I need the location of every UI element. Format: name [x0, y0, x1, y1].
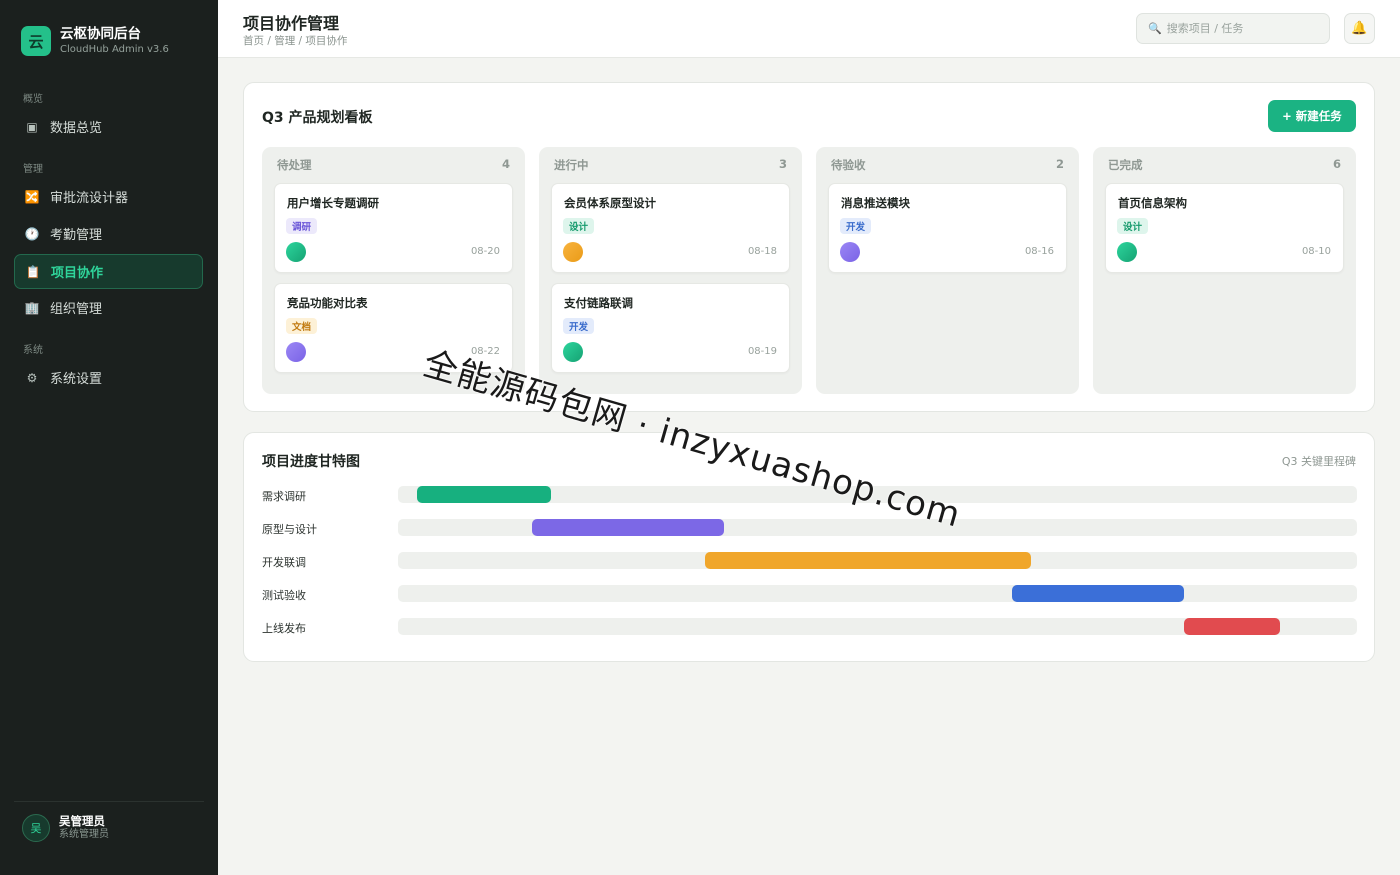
task-tag: 开发 — [840, 218, 872, 234]
clipboard-icon: 📋 — [25, 264, 41, 279]
workflow-icon: 🔀 — [24, 189, 40, 204]
column-name: 待验收 — [831, 158, 866, 172]
sidebar-item-attendance[interactable]: 🕐 考勤管理 — [14, 216, 203, 251]
task-title: 支付链路联调 — [564, 296, 633, 310]
assignee-avatar — [563, 342, 583, 362]
brand-name: 云枢协同后台 — [60, 26, 141, 42]
task-title: 消息推送模块 — [841, 196, 910, 210]
top-header: 项目协作管理 首页 / 管理 / 项目协作 🔍 🔔 — [218, 0, 1400, 58]
task-date: 08-20 — [470, 246, 500, 257]
task-title: 竞品功能对比表 — [287, 296, 368, 310]
gantt-bar[interactable] — [704, 552, 1031, 569]
sidebar-item-dashboard[interactable]: ▣ 数据总览 — [14, 109, 203, 144]
task-tag: 开发 — [563, 318, 595, 334]
notification-button[interactable]: 🔔 — [1344, 13, 1375, 44]
sidebar-item-label: 考勤管理 — [50, 228, 103, 243]
sidebar-item-label: 数据总览 — [50, 121, 103, 136]
brand[interactable]: 云 云枢协同后台 CloudHub Admin v3.6 — [21, 26, 169, 56]
dashboard-icon: ▣ — [26, 119, 38, 134]
assignee-avatar — [286, 342, 306, 362]
task-title: 首页信息架构 — [1118, 196, 1187, 210]
kanban-board: Q3 产品规划看板 + 新建任务 待处理 4 用户增长专题调研 调研 08-20… — [243, 82, 1375, 412]
gantt-row-label: 开发联调 — [262, 556, 306, 569]
task-tag: 设计 — [563, 218, 595, 234]
search-icon: 🔍 — [1148, 22, 1162, 35]
task-card[interactable]: 首页信息架构 设计 08-10 — [1105, 183, 1344, 273]
sidebar-item-settings[interactable]: ⚙ 系统设置 — [14, 360, 203, 395]
column-count: 3 — [778, 157, 787, 171]
gantt-track — [398, 552, 1357, 569]
nav-section-overview: 概览 — [23, 94, 43, 105]
sidebar-item-workflow[interactable]: 🔀 审批流设计器 — [14, 179, 203, 214]
task-title: 用户增长专题调研 — [287, 196, 379, 210]
assignee-avatar — [840, 242, 860, 262]
task-date: 08-18 — [747, 246, 777, 257]
user-name: 吴管理员 — [59, 814, 105, 828]
sidebar-item-label: 审批流设计器 — [50, 191, 129, 206]
column-count: 6 — [1332, 157, 1341, 171]
gantt-row-label: 原型与设计 — [262, 523, 317, 536]
clock-icon: 🕐 — [24, 226, 40, 241]
kanban-column-done: 已完成 6 首页信息架构 设计 08-10 — [1093, 147, 1356, 394]
task-date: 08-16 — [1024, 246, 1054, 257]
sidebar: 云 云枢协同后台 CloudHub Admin v3.6 概览 ▣ 数据总览 管… — [0, 0, 218, 875]
gantt-track — [398, 585, 1357, 602]
task-card[interactable]: 消息推送模块 开发 08-16 — [828, 183, 1067, 273]
sidebar-item-label: 系统设置 — [50, 372, 103, 387]
gantt-row-label: 上线发布 — [262, 622, 306, 635]
gantt-bar[interactable] — [532, 519, 725, 536]
assignee-avatar — [1117, 242, 1137, 262]
building-icon: 🏢 — [24, 300, 40, 315]
task-date: 08-19 — [747, 346, 777, 357]
task-date: 08-10 — [1301, 246, 1331, 257]
sidebar-item-organization[interactable]: 🏢 组织管理 — [14, 290, 203, 325]
nav-section-system: 系统 — [23, 345, 43, 356]
task-card[interactable]: 支付链路联调 开发 08-19 — [551, 283, 790, 373]
task-tag: 设计 — [1117, 218, 1149, 234]
sidebar-item-projects[interactable]: 📋 项目协作 — [14, 254, 203, 289]
gantt-title: 项目进度甘特图 — [262, 454, 360, 470]
gantt-bar[interactable] — [1011, 585, 1185, 602]
search-box[interactable]: 🔍 — [1136, 13, 1330, 44]
gantt-track — [398, 519, 1357, 536]
breadcrumb[interactable]: 首页 / 管理 / 项目协作 — [243, 33, 347, 48]
gantt-bar[interactable] — [417, 486, 552, 503]
brand-subtitle: CloudHub Admin v3.6 — [60, 44, 169, 55]
new-task-button[interactable]: + 新建任务 — [1268, 100, 1356, 132]
sidebar-divider — [14, 801, 204, 802]
avatar: 吴 — [22, 814, 50, 842]
gantt-row-label: 需求调研 — [262, 490, 306, 503]
task-card[interactable]: 会员体系原型设计 设计 08-18 — [551, 183, 790, 273]
nav-section-manage: 管理 — [23, 164, 43, 175]
task-title: 会员体系原型设计 — [564, 196, 656, 210]
column-name: 待处理 — [277, 158, 312, 172]
kanban-title: Q3 产品规划看板 — [262, 110, 373, 126]
user-profile[interactable]: 吴 吴管理员 系统管理员 — [22, 814, 109, 842]
gantt-row-label: 测试验收 — [262, 589, 306, 602]
gantt-bar[interactable] — [1184, 618, 1281, 635]
column-name: 已完成 — [1108, 158, 1143, 172]
column-count: 4 — [501, 157, 510, 171]
gantt-note: Q3 关键里程碑 — [1281, 455, 1356, 468]
column-count: 2 — [1055, 157, 1064, 171]
task-tag: 文档 — [286, 318, 318, 334]
task-card[interactable]: 用户增长专题调研 调研 08-20 — [274, 183, 513, 273]
sidebar-item-label: 项目协作 — [51, 266, 104, 281]
task-tag: 调研 — [286, 218, 318, 234]
assignee-avatar — [286, 242, 306, 262]
bell-icon: 🔔 — [1351, 21, 1368, 36]
column-name: 进行中 — [554, 158, 589, 172]
brand-logo: 云 — [21, 26, 51, 56]
kanban-column-review: 待验收 2 消息推送模块 开发 08-16 — [816, 147, 1079, 394]
search-input[interactable] — [1166, 22, 1317, 35]
assignee-avatar — [563, 242, 583, 262]
page-title: 项目协作管理 — [243, 14, 340, 33]
kanban-column-in-progress: 进行中 3 会员体系原型设计 设计 08-18 支付链路联调 开发 08-19 — [539, 147, 802, 394]
sidebar-item-label: 组织管理 — [50, 302, 103, 317]
gear-icon: ⚙ — [26, 370, 38, 385]
gantt-track — [398, 618, 1357, 635]
user-role: 系统管理员 — [59, 829, 109, 840]
